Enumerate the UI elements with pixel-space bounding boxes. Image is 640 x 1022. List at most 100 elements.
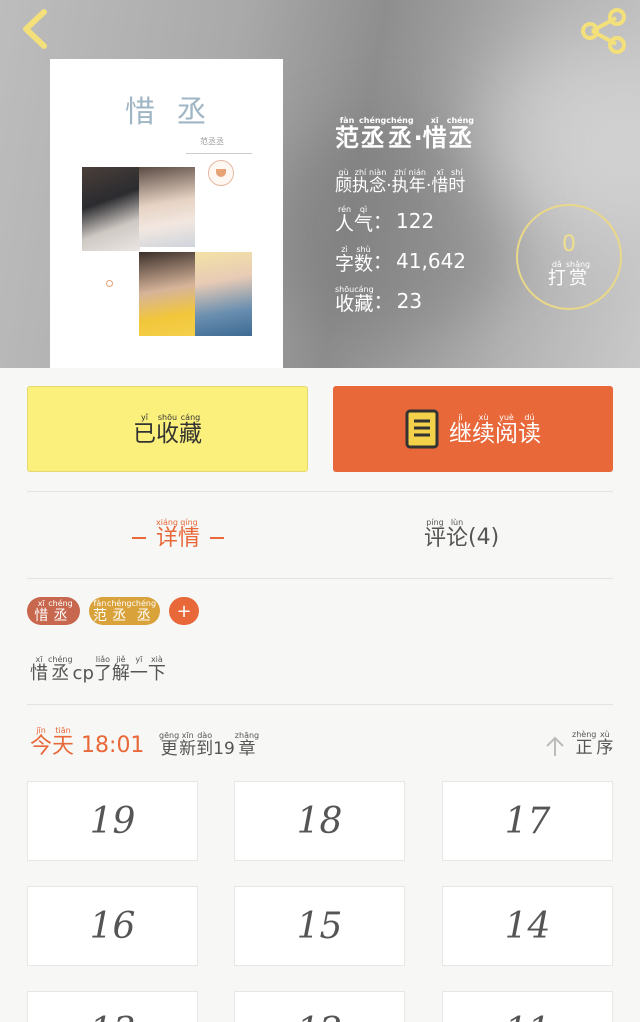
coffee-cup-icon — [208, 160, 234, 186]
book-cover[interactable]: 惜 丞 范丞丞 — [50, 59, 283, 368]
character: 解 — [111, 663, 130, 684]
sort-label-char: xù 序 — [596, 730, 613, 757]
character: 丞 — [53, 608, 68, 624]
reward-label-char: shǎng 赏 — [566, 260, 590, 288]
description-char: xià 下 — [148, 655, 166, 683]
character: 天 — [52, 734, 75, 759]
tab-detail[interactable]: xiáng 详 qíng 情 — [122, 518, 234, 550]
update-text-char: dào 到 — [196, 731, 213, 758]
title-char: · — [414, 116, 423, 150]
character: 藏 — [354, 293, 374, 315]
update-day-char: jīn 今 — [30, 726, 52, 758]
chapter-item[interactable]: 13 — [27, 991, 198, 1022]
character: 今 — [30, 734, 53, 759]
share-icon[interactable] — [578, 8, 630, 54]
character: 惜 — [30, 663, 48, 684]
continue-reading-button[interactable]: jì 继 xù 续 yuè 阅 dú 读 — [333, 386, 613, 472]
divider — [27, 491, 613, 492]
character: 已 — [133, 420, 156, 447]
book-description: xī 惜 chéng 丞 cp liǎo 了 jiě 解 yī 一 xià 下 — [30, 655, 166, 683]
chapter-item[interactable]: 11 — [442, 991, 613, 1022]
character: 丞 — [448, 124, 473, 152]
tab-comments[interactable]: píng 评 lùn 论 (4) — [424, 518, 499, 550]
chapter-item[interactable]: 16 — [27, 886, 198, 966]
plus-icon: + — [176, 600, 192, 622]
tab-label-char: píng 评 — [424, 518, 446, 550]
tag-label-char: xī 惜 — [34, 599, 48, 623]
character: 详 — [156, 526, 179, 551]
character: 新 — [179, 739, 197, 759]
chapter-item[interactable]: 18 — [234, 781, 405, 861]
character: 论 — [446, 526, 469, 551]
tag-label-char: chéng 丞 — [107, 599, 132, 623]
button-label-char: dú 读 — [518, 413, 541, 446]
word-count-stat: zì 字 shù 数： 41,642 — [335, 245, 467, 275]
divider — [27, 704, 613, 705]
button-label-char: xù 续 — [472, 413, 495, 446]
tag-item[interactable]: fàn 范 chéng 丞 chéng 丞 — [89, 597, 160, 625]
character: 读 — [518, 420, 541, 447]
active-dash — [132, 537, 146, 539]
reward-button[interactable]: 0 dǎ 打 shǎng 赏 — [516, 204, 622, 310]
reward-count: 0 — [562, 232, 576, 257]
sort-order-button[interactable]: zhèng 正 xù 序 — [544, 730, 613, 757]
description-char: cp — [73, 655, 94, 683]
character: 了 — [93, 663, 112, 684]
arrow-up-icon — [546, 736, 564, 756]
book-icon — [405, 409, 439, 449]
chapter-item[interactable]: 17 — [442, 781, 613, 861]
tab-label-char: qíng 情 — [178, 518, 200, 550]
button-label-char: cáng 藏 — [179, 413, 202, 446]
last-update-time: jīn 今 tiān 天 18:01 — [30, 726, 144, 758]
back-arrow-icon[interactable] — [14, 6, 58, 52]
cover-title: 惜 丞 — [125, 95, 213, 130]
character: 序 — [596, 738, 614, 758]
character: 19 — [213, 739, 235, 759]
favorited-button[interactable]: yǐ 已 shōu 收 cáng 藏 — [27, 386, 308, 472]
character: 范 — [92, 608, 107, 624]
book-header: 惜 丞 范丞丞 fàn 范 chéng 丞 chéng 丞 · xī 惜 chéng 丞 gù 顾 z… — [0, 0, 640, 368]
favorites-value: 23 — [396, 289, 423, 313]
tag-label-char: chéng 丞 — [48, 599, 73, 623]
reward-label-char: dǎ 打 — [548, 260, 566, 288]
update-day-char: tiān 天 — [52, 726, 74, 758]
character: · — [413, 124, 423, 152]
character: 字 — [335, 253, 355, 275]
chapter-item[interactable]: 15 — [234, 886, 405, 966]
character: 丞 — [387, 124, 412, 152]
title-char: xī 惜 — [423, 116, 447, 150]
chapter-item[interactable]: 14 — [442, 886, 613, 966]
cover-photo — [195, 252, 252, 336]
character: 到 — [196, 739, 214, 759]
book-author: gù 顾 zhí 执 niàn 念 · zhí 执 nián 年 · xī 惜 shí 时 — [335, 168, 465, 195]
description-char: chéng 丞 — [48, 655, 73, 683]
cover-divider — [186, 153, 252, 154]
active-dash — [210, 537, 225, 539]
character: 正 — [575, 738, 593, 758]
update-text-char: zhāng 章 — [235, 731, 259, 758]
stat-label-char: qì 气 — [354, 205, 373, 234]
chapter-item[interactable]: 19 — [27, 781, 198, 861]
author-char: xī 惜 — [431, 168, 448, 195]
tab-label-char: xiáng 详 — [156, 518, 178, 550]
sort-label-char: zhèng 正 — [572, 730, 596, 757]
character: 惜 — [34, 608, 49, 624]
title-char: chéng 丞 — [359, 116, 386, 150]
update-text: gēng 更 xīn 新 dào 到 19 zhāng 章 — [159, 731, 259, 758]
chapter-item[interactable]: 12 — [234, 991, 405, 1022]
tag-label-char: fàn 范 — [93, 599, 107, 623]
tag-item[interactable]: xī 惜 chéng 丞 — [27, 597, 80, 625]
character: 惜 — [431, 176, 449, 196]
stat-label-char: rén 人 — [335, 205, 354, 234]
title-char: chéng 丞 — [447, 116, 474, 150]
add-tag-button[interactable]: + — [169, 597, 199, 625]
character: 年 — [408, 176, 426, 196]
cover-photo — [139, 252, 195, 336]
description-char: jiě 解 — [112, 655, 130, 683]
character: 数 — [354, 253, 374, 275]
title-char: fàn 范 — [335, 116, 359, 150]
author-char: zhí 执 — [392, 168, 409, 195]
character: 打 — [547, 268, 566, 289]
character: 下 — [147, 663, 166, 684]
character: 收 — [335, 293, 355, 315]
